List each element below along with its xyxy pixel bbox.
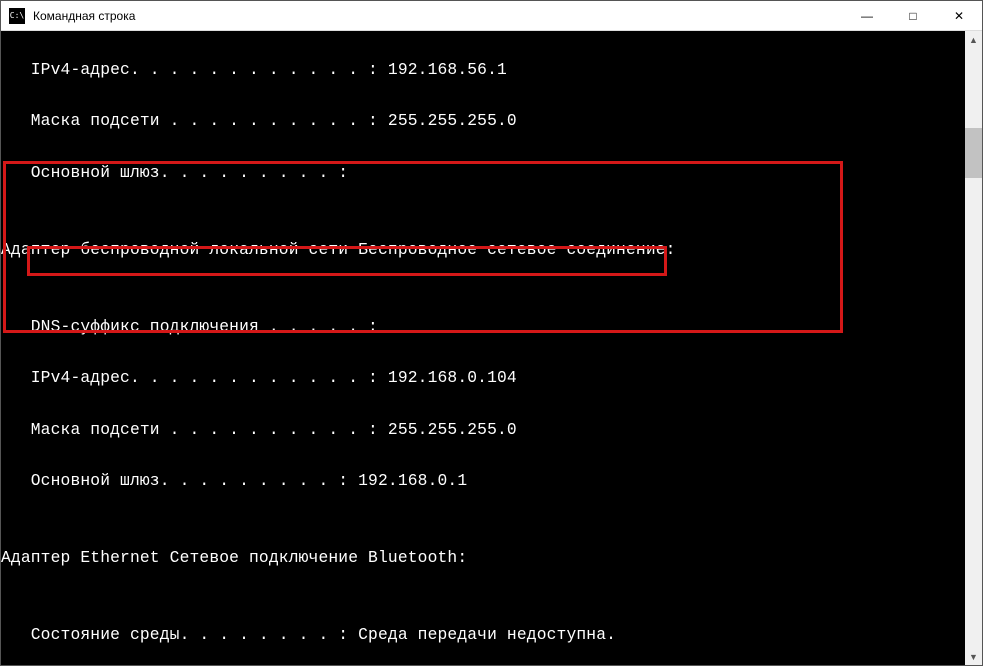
- scroll-down-button[interactable]: ▼: [965, 648, 982, 665]
- client-area: IPv4-адрес. . . . . . . . . . . . : 192.…: [1, 31, 982, 665]
- output-line: Состояние среды. . . . . . . . : Среда п…: [1, 622, 982, 648]
- vertical-scrollbar[interactable]: ▲ ▼: [965, 31, 982, 665]
- window: C:\ Командная строка — □ ✕ IPv4-адрес. .…: [0, 0, 983, 666]
- scroll-track[interactable]: [965, 48, 982, 648]
- close-button[interactable]: ✕: [936, 1, 982, 30]
- scroll-thumb[interactable]: [965, 128, 982, 178]
- scroll-up-button[interactable]: ▲: [965, 31, 982, 48]
- output-line: Адаптер беспроводной локальной сети Бесп…: [1, 237, 982, 263]
- console-output[interactable]: IPv4-адрес. . . . . . . . . . . . : 192.…: [1, 31, 982, 665]
- output-line: Маска подсети . . . . . . . . . . : 255.…: [1, 417, 982, 443]
- window-title: Командная строка: [33, 9, 135, 23]
- titlebar[interactable]: C:\ Командная строка — □ ✕: [1, 1, 982, 31]
- output-line: IPv4-адрес. . . . . . . . . . . . : 192.…: [1, 57, 982, 83]
- app-icon: C:\: [9, 8, 25, 24]
- output-line: IPv4-адрес. . . . . . . . . . . . : 192.…: [1, 365, 982, 391]
- output-line: DNS-суффикс подключения . . . . . :: [1, 314, 982, 340]
- maximize-button[interactable]: □: [890, 1, 936, 30]
- output-line: Маска подсети . . . . . . . . . . : 255.…: [1, 108, 982, 134]
- window-controls: — □ ✕: [844, 1, 982, 30]
- output-line: Основной шлюз. . . . . . . . . : 192.168…: [1, 468, 982, 494]
- output-line: Основной шлюз. . . . . . . . . :: [1, 160, 982, 186]
- output-line: Адаптер Ethernet Сетевое подключение Blu…: [1, 545, 982, 571]
- minimize-button[interactable]: —: [844, 1, 890, 30]
